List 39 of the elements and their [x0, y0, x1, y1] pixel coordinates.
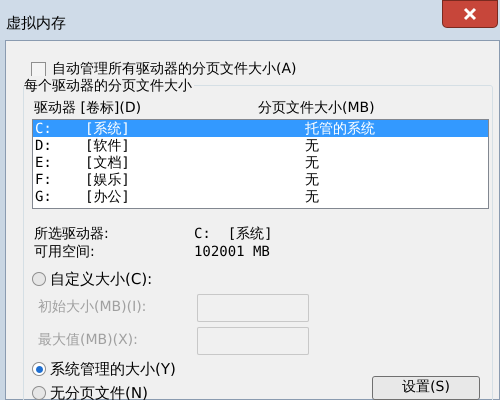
info-value: C: [系统] [194, 224, 273, 244]
info-label: 可用空间: [34, 242, 96, 262]
info-label: 所选驱动器: [34, 224, 110, 244]
close-button[interactable] [442, 0, 498, 28]
table-cell-text: [办公] [85, 190, 131, 204]
window-title: 虚拟内存 [6, 13, 66, 34]
table-cell: 无 [305, 172, 319, 186]
radio-button[interactable] [32, 386, 46, 400]
column-header: 驱动器 [卷标](D) [34, 98, 142, 118]
field-label: 最大值(MB)(X): [38, 331, 139, 350]
field-label: 初始大小(MB)(I): [38, 298, 148, 317]
drive-list[interactable]: C: [系统] 托管的系统 D: [软件] 无 E: [文档] 无 F: [娱乐] 无 G: [办公] 无 [32, 119, 489, 209]
table-cell: 托管的系统 [305, 122, 375, 136]
drive-row[interactable]: E: [文档] 无 [33, 154, 488, 171]
table-cell-text: E: [35, 156, 53, 170]
drive-row[interactable]: F: [娱乐] 无 [33, 171, 488, 188]
table-cell: 无 [305, 190, 319, 204]
column-header: 分页文件大小(MB) [258, 98, 375, 118]
table-cell-text: C: [35, 122, 53, 136]
table-cell-text: G: [35, 190, 53, 204]
table-cell-text: [文档] [85, 156, 131, 170]
table-cell-text: [娱乐] [85, 172, 131, 186]
info-value: 102001 MB [194, 242, 270, 262]
table-cell: 无 [305, 138, 319, 152]
radio-button[interactable] [32, 272, 46, 286]
radio-label[interactable]: 自定义大小(C): [50, 268, 152, 290]
close-icon [463, 7, 477, 21]
checkbox[interactable] [31, 62, 46, 76]
table-cell-text: F: [35, 172, 53, 186]
radio-button[interactable] [32, 362, 46, 376]
radio-label[interactable]: 无分页文件(N) [50, 382, 148, 400]
table-cell-text: [软件] [85, 138, 131, 152]
drive-row[interactable]: D: [软件] 无 [33, 137, 488, 154]
drive-row[interactable]: G: [办公] 无 [33, 188, 488, 205]
table-cell-text: D: [35, 138, 53, 152]
set-button[interactable]: 设置(S) [372, 376, 480, 400]
table-cell-text: [系统] [85, 122, 131, 136]
radio-label[interactable]: 系统管理的大小(Y) [50, 358, 176, 380]
table-cell: 无 [305, 156, 319, 170]
